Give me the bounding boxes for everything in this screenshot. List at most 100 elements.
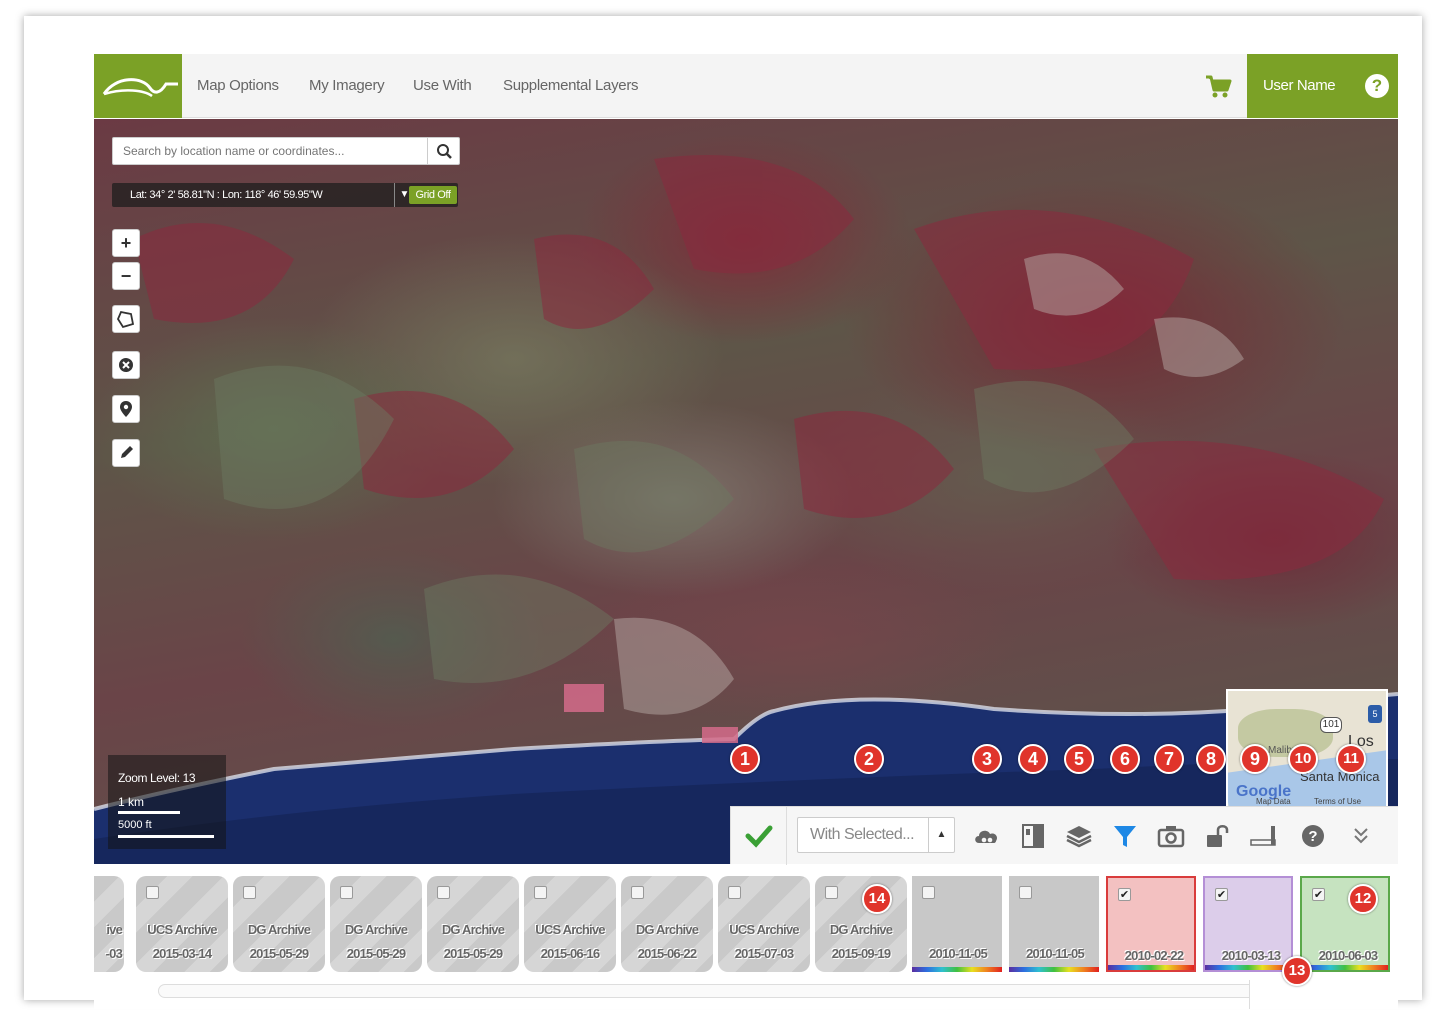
top-nav-bar: Map Options My Imagery Use With Suppleme… bbox=[94, 54, 1398, 118]
draw-polygon-icon[interactable] bbox=[112, 305, 140, 333]
thumbnail-checkbox[interactable] bbox=[534, 886, 547, 899]
thumbnail-checkbox[interactable]: ✔ bbox=[1312, 888, 1325, 901]
screenshot-frame: Map Options My Imagery Use With Suppleme… bbox=[24, 16, 1422, 1009]
scale-km-label: 1 km bbox=[118, 795, 145, 809]
thumbnail-date-label: 2015-06-16 bbox=[540, 946, 600, 961]
callout-marker-8: 8 bbox=[1196, 744, 1226, 774]
thumbnail-checkbox[interactable] bbox=[437, 886, 450, 899]
callout-marker-13: 13 bbox=[1282, 956, 1312, 986]
thumbnail-source-label: DG Archive bbox=[344, 922, 408, 937]
imagery-thumbnail[interactable]: ✔ 2010-03-13 bbox=[1203, 876, 1293, 972]
cloud-icon[interactable] bbox=[971, 820, 1003, 852]
callout-marker-10: 10 bbox=[1288, 744, 1318, 774]
thumbnail-date-label: 2015-05-29 bbox=[346, 946, 406, 961]
imagery-thumbnail[interactable]: UCS Archive 2015-03-14 bbox=[136, 876, 228, 972]
imagery-thumbnail[interactable]: 2010-11-05 bbox=[912, 876, 1002, 972]
user-menu[interactable]: User Name ? bbox=[1247, 54, 1398, 118]
camera-icon[interactable] bbox=[1155, 820, 1187, 852]
callout-marker-1: 1 bbox=[730, 744, 760, 774]
nav-use-with[interactable]: Use With bbox=[413, 54, 472, 118]
checkmark-icon[interactable] bbox=[731, 807, 787, 865]
search-input[interactable] bbox=[113, 138, 427, 164]
thumbnail-date-label: 2010-02-22 bbox=[1124, 948, 1184, 963]
coordinate-readout: Lat: 34° 2' 58.81"N : Lon: 118° 46' 59.9… bbox=[112, 183, 458, 207]
imagery-thumbnail[interactable]: DG Archive 2015-05-29 bbox=[233, 876, 325, 972]
thumbnail-date-label: 2010-06-03 bbox=[1318, 948, 1378, 963]
clear-shapes-icon[interactable] bbox=[112, 351, 140, 379]
thumbnail-date-label: 2015-09-19 bbox=[831, 946, 891, 961]
color-scale-bar bbox=[1009, 967, 1099, 972]
coordinates-text: Lat: 34° 2' 58.81"N : Lon: 118° 46' 59.9… bbox=[130, 189, 323, 201]
callout-marker-7: 7 bbox=[1154, 744, 1184, 774]
highway-shield: 101 bbox=[1320, 717, 1342, 733]
minimap-santa-monica: Santa Monica bbox=[1300, 769, 1380, 784]
nav-map-options[interactable]: Map Options bbox=[197, 54, 279, 118]
location-pin-icon[interactable] bbox=[112, 395, 140, 423]
location-search bbox=[112, 137, 460, 165]
user-name[interactable]: User Name bbox=[1263, 54, 1336, 118]
help-icon[interactable]: ? bbox=[1365, 74, 1389, 98]
split-view-icon[interactable] bbox=[1017, 820, 1049, 852]
thumbnail-date-label: 2015-03-14 bbox=[152, 946, 212, 961]
thumbnail-checkbox[interactable] bbox=[1019, 886, 1032, 899]
thumbnail-source-label: DG Archive bbox=[635, 922, 699, 937]
zoom-in-button[interactable]: + bbox=[112, 229, 140, 257]
thumbnail-checkbox[interactable] bbox=[340, 886, 353, 899]
callout-marker-4: 4 bbox=[1018, 744, 1048, 774]
thumbnail-source-label: ive bbox=[106, 922, 122, 937]
thumbnail-checkbox[interactable]: ✔ bbox=[1118, 888, 1131, 901]
imagery-thumbnail[interactable]: ive -03 bbox=[94, 876, 124, 972]
thumbnail-checkbox[interactable] bbox=[146, 886, 159, 899]
thumbnail-date-label: 2010-11-05 bbox=[929, 946, 988, 961]
imagery-thumbnail[interactable]: DG Archive 2015-05-29 bbox=[330, 876, 422, 972]
grid-toggle-button[interactable]: Grid Off bbox=[409, 186, 457, 204]
pencil-icon[interactable] bbox=[112, 439, 140, 467]
minimap-terms-link[interactable]: Terms of Use bbox=[1314, 797, 1361, 806]
imagery-thumbnail[interactable]: UCS Archive 2015-07-03 bbox=[718, 876, 810, 972]
thumbnail-date-label: -03 bbox=[105, 946, 123, 961]
thumbnail-source-label: DG Archive bbox=[441, 922, 505, 937]
thumbnail-checkbox[interactable] bbox=[631, 886, 644, 899]
imagery-thumbnail[interactable]: ✔ 2010-06-03 bbox=[1300, 876, 1390, 972]
filter-icon[interactable] bbox=[1109, 820, 1141, 852]
imagery-app: Map Options My Imagery Use With Suppleme… bbox=[94, 54, 1398, 1009]
imagery-thumbnail[interactable]: DG Archive 2015-06-22 bbox=[621, 876, 713, 972]
thumbnail-checkbox[interactable]: ✔ bbox=[1215, 888, 1228, 901]
unlock-icon[interactable] bbox=[1201, 820, 1233, 852]
app-logo[interactable] bbox=[94, 54, 182, 118]
imagery-thumbnail[interactable]: UCS Archive 2015-06-16 bbox=[524, 876, 616, 972]
imagery-thumbnail[interactable]: DG Archive 2015-09-19 bbox=[815, 876, 907, 972]
thumbnail-scrollbar[interactable] bbox=[158, 984, 1318, 998]
zoom-out-button[interactable]: − bbox=[112, 262, 140, 290]
thumbnail-date-label: 2015-06-22 bbox=[637, 946, 697, 961]
color-scale-bar bbox=[1302, 965, 1388, 970]
imagery-thumbnail[interactable]: 2010-11-05 bbox=[1009, 876, 1099, 972]
imagery-toolbar: With Selected... ▲ ? bbox=[730, 806, 1398, 865]
scrollbar-end-panel bbox=[1249, 980, 1398, 1009]
help-icon[interactable]: ? bbox=[1297, 820, 1329, 852]
imagery-thumbnail[interactable]: DG Archive 2015-05-29 bbox=[427, 876, 519, 972]
callout-marker-5: 5 bbox=[1064, 744, 1094, 774]
imagery-thumbnail[interactable]: ✔ 2010-02-22 bbox=[1106, 876, 1196, 972]
thumbnail-checkbox[interactable] bbox=[922, 886, 935, 899]
cart-icon[interactable] bbox=[1204, 72, 1232, 100]
caret-up-icon[interactable]: ▲ bbox=[928, 818, 954, 852]
scale-ft-bar bbox=[118, 835, 214, 838]
minimap-map-data-link[interactable]: Map Data bbox=[1256, 797, 1291, 806]
with-selected-dropdown[interactable]: With Selected... ▲ bbox=[797, 817, 955, 853]
thumbnail-checkbox[interactable] bbox=[728, 886, 741, 899]
search-icon[interactable] bbox=[427, 138, 459, 164]
layers-icon[interactable] bbox=[1063, 820, 1095, 852]
svg-text:?: ? bbox=[1308, 828, 1317, 845]
slider-icon[interactable] bbox=[1247, 820, 1279, 852]
callout-marker-6: 6 bbox=[1110, 744, 1140, 774]
thumbnail-checkbox[interactable] bbox=[243, 886, 256, 899]
nav-supplemental-layers[interactable]: Supplemental Layers bbox=[503, 54, 639, 118]
thumbnail-checkbox[interactable] bbox=[825, 886, 838, 899]
collapse-icon[interactable] bbox=[1345, 820, 1377, 852]
with-selected-label: With Selected... bbox=[810, 826, 915, 843]
nav-my-imagery[interactable]: My Imagery bbox=[309, 54, 385, 118]
callout-marker-12: 12 bbox=[1348, 884, 1378, 914]
color-scale-bar bbox=[1205, 965, 1291, 970]
thumbnail-date-label: 2015-05-29 bbox=[249, 946, 309, 961]
